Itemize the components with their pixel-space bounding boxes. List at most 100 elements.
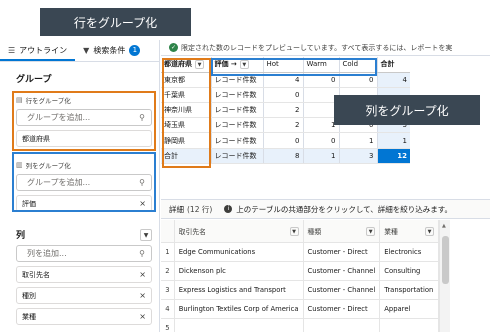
account-name-cell[interactable] — [174, 318, 304, 332]
preview-notice: ✓ 限定された数のレコードをプレビューしています。すべて表示するには、レポートを… — [161, 40, 490, 56]
column-chip-label: 業種 — [22, 312, 36, 321]
tab-outline-label: アウトライン — [19, 46, 68, 55]
col-header-account[interactable]: 取引先名 ▼ — [174, 220, 304, 243]
chevron-down-icon[interactable]: ▼ — [425, 226, 434, 236]
industry-cell: Apparel — [379, 299, 439, 319]
warm-total-cell[interactable]: 1 — [302, 148, 339, 164]
row-number: 1 — [161, 242, 175, 262]
grand-total-cell[interactable]: 12 — [376, 148, 410, 164]
chevron-down-icon[interactable]: ▼ — [140, 228, 152, 241]
detail-hint: 上のテーブルの共通部分をクリックして、詳細を絞り込みます。 — [236, 204, 452, 214]
row-group-highlight — [12, 91, 156, 151]
filter-icon: ▼ — [83, 46, 90, 55]
columns-title: 列 — [16, 231, 26, 241]
cold-cell[interactable]: 1 — [338, 132, 377, 149]
row-group-column-highlight — [162, 58, 211, 168]
warm-cell[interactable]: 0 — [302, 132, 339, 149]
hot-cell[interactable]: 0 — [262, 87, 303, 104]
panel-tabs: ☰ アウトライン ▼ 検索条件 1 — [0, 40, 159, 62]
account-name-cell[interactable]: Edge Communications — [174, 242, 304, 262]
industry-cell: Transportation — [379, 280, 439, 300]
table-row[interactable]: 1 Edge Communications Customer - Direct Ele… — [161, 242, 439, 262]
column-chip[interactable]: 業種 × — [16, 308, 152, 325]
search-icon: ⚲ — [139, 249, 145, 258]
chevron-down-icon[interactable]: ▼ — [289, 226, 299, 236]
info-icon: i — [224, 205, 233, 213]
row-number: 2 — [161, 261, 175, 281]
type-cell — [303, 318, 381, 332]
label-cell: レコード件数 — [210, 148, 263, 164]
hot-cell[interactable]: 0 — [262, 132, 303, 149]
columns-section: 列 ▼ 列を追加... ⚲ 取引先名 × 種別 × 業種 × — [14, 228, 154, 325]
col-group-callout: 列をグループ化 — [334, 95, 480, 125]
industry-cell — [379, 318, 439, 332]
columns-header: 列 ▼ — [14, 228, 154, 241]
detail-header: 詳細 (12 行) i 上のテーブルの共通部分をクリックして、詳細を絞り込みます… — [161, 199, 490, 219]
label-cell: レコード件数 — [210, 132, 263, 149]
hot-cell[interactable]: 2 — [262, 102, 303, 119]
left-panel: ☰ アウトライン ▼ 検索条件 1 グループ ▤ 行をグループ化 グループを追加.… — [0, 40, 160, 332]
type-cell: Customer - Direct — [303, 242, 381, 262]
detail-table-wrap: 取引先名 ▼ 種類 ▼ 業種 ▼ 1 Edge Communications Custom… — [161, 220, 439, 332]
group-section-title: グループ — [16, 75, 52, 85]
table-row[interactable]: 2 Dickenson plc Customer - Channel Consulti… — [161, 261, 439, 281]
label-cell: レコード件数 — [210, 102, 263, 119]
row-number: 5 — [161, 318, 175, 332]
label-cell: レコード件数 — [210, 117, 263, 134]
type-cell: Customer - Channel — [303, 280, 381, 300]
check-icon: ✓ — [169, 43, 178, 52]
column-chip[interactable]: 取引先名 × — [16, 266, 152, 283]
cold-total-cell[interactable]: 3 — [338, 148, 377, 164]
type-cell: Customer - Channel — [303, 261, 381, 281]
col-group-row-highlight — [211, 58, 377, 76]
table-row[interactable]: 4 Burlington Textiles Corp of America Cust… — [161, 299, 439, 319]
remove-icon[interactable]: × — [139, 270, 146, 279]
detail-row-count: (12 行) — [187, 204, 213, 214]
chevron-up-icon[interactable]: ▲ — [442, 223, 446, 229]
tab-outline[interactable]: ☰ アウトライン — [0, 45, 76, 61]
type-cell: Customer - Direct — [303, 299, 381, 319]
detail-title: 詳細 — [169, 204, 184, 214]
detail-header-row: 取引先名 ▼ 種類 ▼ 業種 ▼ — [161, 220, 439, 243]
industry-cell: Electronics — [379, 242, 439, 262]
col-header-total: 合計 — [376, 57, 410, 73]
columns-add-input[interactable]: 列を追加... ⚲ — [16, 245, 152, 262]
hot-total-cell[interactable]: 8 — [262, 148, 303, 164]
tab-filters[interactable]: ▼ 検索条件 1 — [75, 45, 148, 61]
col-header-type[interactable]: 種類 ▼ — [303, 220, 381, 243]
remove-icon[interactable]: × — [139, 312, 146, 321]
col-header-industry[interactable]: 業種 ▼ — [379, 220, 439, 243]
scrollbar-thumb[interactable] — [442, 236, 449, 284]
column-chip-label: 種別 — [22, 291, 36, 300]
col-header-label: 業種 — [384, 227, 398, 236]
row-number-header — [161, 220, 175, 243]
column-chip[interactable]: 種別 × — [16, 287, 152, 304]
callout-text: 列をグループ化 — [365, 103, 449, 118]
table-row[interactable]: 5 — [161, 318, 439, 332]
detail-table: 取引先名 ▼ 種類 ▼ 業種 ▼ 1 Edge Communications Custom… — [161, 220, 439, 332]
row-number: 3 — [161, 280, 175, 300]
callout-text: 行をグループ化 — [73, 15, 158, 30]
row-group-callout: 行をグループ化 — [40, 8, 191, 36]
hot-cell[interactable]: 2 — [262, 117, 303, 134]
chevron-down-icon[interactable]: ▼ — [366, 226, 376, 236]
table-row[interactable]: 3 Express Logistics and Transport Customer… — [161, 280, 439, 300]
account-name-cell[interactable]: Burlington Textiles Corp of America — [174, 299, 304, 319]
tab-filters-label: 検索条件 — [93, 46, 126, 55]
list-icon: ☰ — [8, 46, 16, 55]
preview-notice-text: 限定された数のレコードをプレビューしています。すべて表示するには、レポートを実 — [181, 43, 453, 52]
detail-scrollbar[interactable]: ▲ — [439, 220, 450, 332]
total-cell[interactable]: 4 — [376, 72, 410, 88]
col-header-label: 種類 — [307, 227, 322, 236]
column-chip-label: 取引先名 — [22, 270, 50, 279]
filter-count-badge: 1 — [129, 45, 141, 56]
col-header-label: 取引先名 — [178, 227, 206, 236]
account-name-cell[interactable]: Express Logistics and Transport — [174, 280, 304, 300]
remove-icon[interactable]: × — [139, 291, 146, 300]
row-number: 4 — [161, 299, 175, 319]
columns-placeholder: 列を追加... — [27, 249, 67, 258]
total-cell[interactable]: 1 — [376, 132, 410, 149]
industry-cell: Consulting — [379, 261, 439, 281]
label-cell: レコード件数 — [210, 87, 263, 104]
account-name-cell[interactable]: Dickenson plc — [174, 261, 304, 281]
